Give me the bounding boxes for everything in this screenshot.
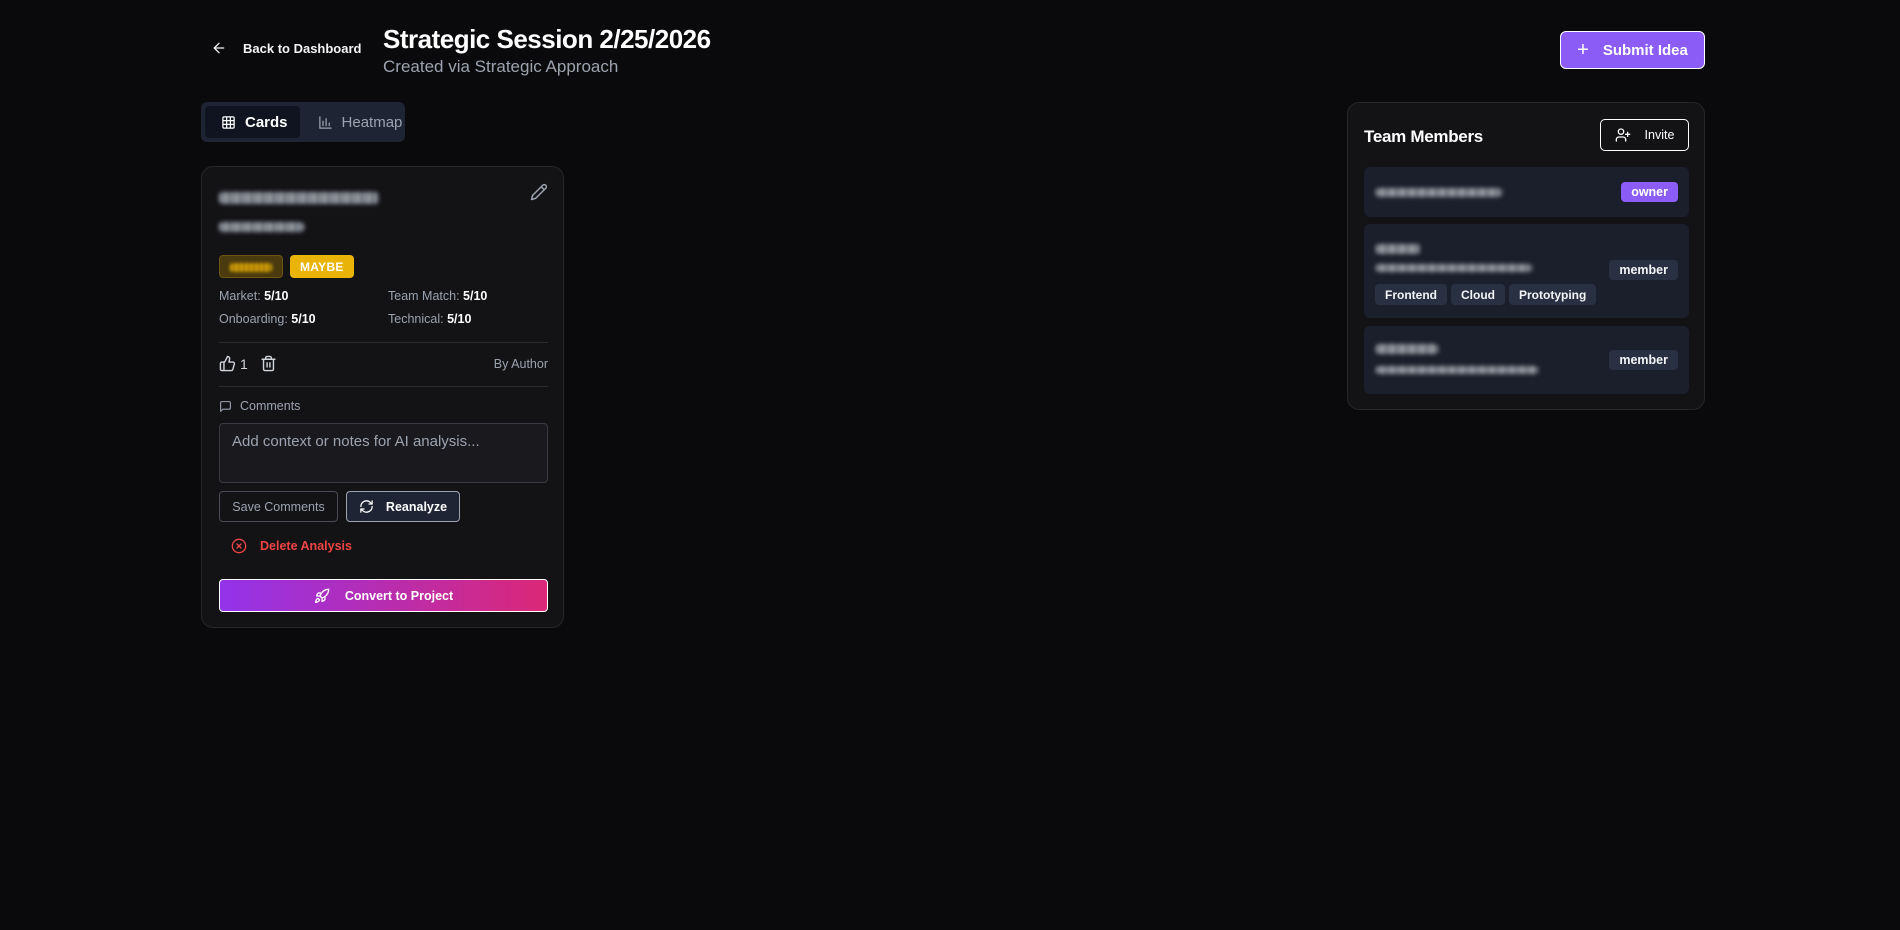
plus-icon: + [1577, 39, 1589, 61]
page-title: Strategic Session 2/25/2026 [383, 24, 711, 54]
member-card: owner [1364, 167, 1689, 217]
score-market: Market: 5/10 [219, 289, 289, 303]
member-name-redacted [1376, 244, 1420, 254]
tab-cards-label: Cards [245, 113, 288, 131]
member-card: member Frontend Cloud Prototyping [1364, 224, 1689, 318]
page-subtitle: Created via Strategic Approach [383, 57, 619, 76]
view-tabs: Cards Heatmap [201, 102, 405, 142]
message-square-icon [220, 400, 231, 412]
thumbs-up-icon[interactable] [219, 355, 236, 372]
refresh-icon [360, 500, 373, 513]
member-skills: Frontend Cloud Prototyping [1375, 284, 1597, 305]
convert-to-project-label: Convert to Project [344, 588, 454, 603]
role-badge: member [1609, 260, 1678, 280]
skill-tag: Cloud [1451, 284, 1505, 305]
status-badge: MAYBE [290, 255, 354, 278]
member-email-redacted [1376, 264, 1532, 272]
tab-heatmap-label: Heatmap [341, 113, 403, 131]
delete-analysis-button[interactable]: Delete Analysis [231, 538, 352, 554]
idea-title-redacted [219, 192, 379, 204]
tab-cards[interactable]: Cards [205, 106, 300, 138]
pencil-icon[interactable] [530, 183, 548, 201]
member-card: member [1364, 326, 1689, 394]
vote-row: 1 By Author [219, 355, 548, 372]
back-label: Back to Dashboard [243, 40, 362, 56]
team-members-title: Team Members [1364, 127, 1483, 146]
category-badge-redacted [219, 255, 283, 278]
submit-idea-label: Submit Idea [1602, 41, 1688, 59]
divider [219, 386, 548, 387]
tab-heatmap[interactable]: Heatmap [302, 106, 415, 138]
member-name-redacted [1376, 188, 1502, 197]
x-circle-icon [231, 538, 247, 554]
submit-idea-button[interactable]: + Submit Idea [1560, 31, 1705, 69]
delete-analysis-label: Delete Analysis [260, 539, 352, 553]
convert-to-project-button[interactable]: Convert to Project [219, 579, 548, 612]
team-members-panel: Team Members Invite owner member Fronten… [1347, 102, 1705, 410]
skill-tag: Frontend [1375, 284, 1447, 305]
rocket-icon [314, 588, 330, 603]
idea-card: MAYBE Market: 5/10 Team Match: 5/10 Onbo… [201, 166, 564, 628]
trash-icon[interactable] [260, 355, 277, 372]
member-name-redacted [1376, 344, 1438, 354]
comments-input[interactable] [219, 423, 548, 483]
idea-badges: MAYBE [219, 255, 354, 278]
score-team-match: Team Match: 5/10 [388, 289, 488, 303]
reanalyze-button[interactable]: Reanalyze [346, 491, 460, 522]
role-badge: owner [1621, 182, 1678, 202]
member-email-redacted [1376, 366, 1538, 374]
back-to-dashboard-link[interactable]: Back to Dashboard [211, 40, 361, 56]
skill-tag: Prototyping [1509, 284, 1597, 305]
comments-label: Comments [219, 399, 300, 413]
author-label: By Author [493, 356, 548, 371]
save-comments-button[interactable]: Save Comments [219, 491, 338, 522]
divider [219, 342, 548, 343]
role-badge: member [1609, 350, 1678, 370]
invite-button[interactable]: Invite [1600, 119, 1689, 151]
arrow-left-icon [213, 42, 225, 54]
idea-subtitle-redacted [219, 222, 304, 232]
vote-count: 1 [240, 355, 248, 372]
bar-chart-icon [318, 115, 332, 129]
score-onboarding: Onboarding: 5/10 [219, 312, 316, 326]
score-grid: Market: 5/10 Team Match: 5/10 Onboarding… [219, 289, 538, 326]
reanalyze-label: Reanalyze [385, 499, 448, 514]
user-plus-icon [1615, 128, 1630, 142]
score-technical: Technical: 5/10 [388, 312, 472, 326]
grid-icon [222, 115, 235, 129]
invite-label: Invite [1644, 128, 1675, 142]
